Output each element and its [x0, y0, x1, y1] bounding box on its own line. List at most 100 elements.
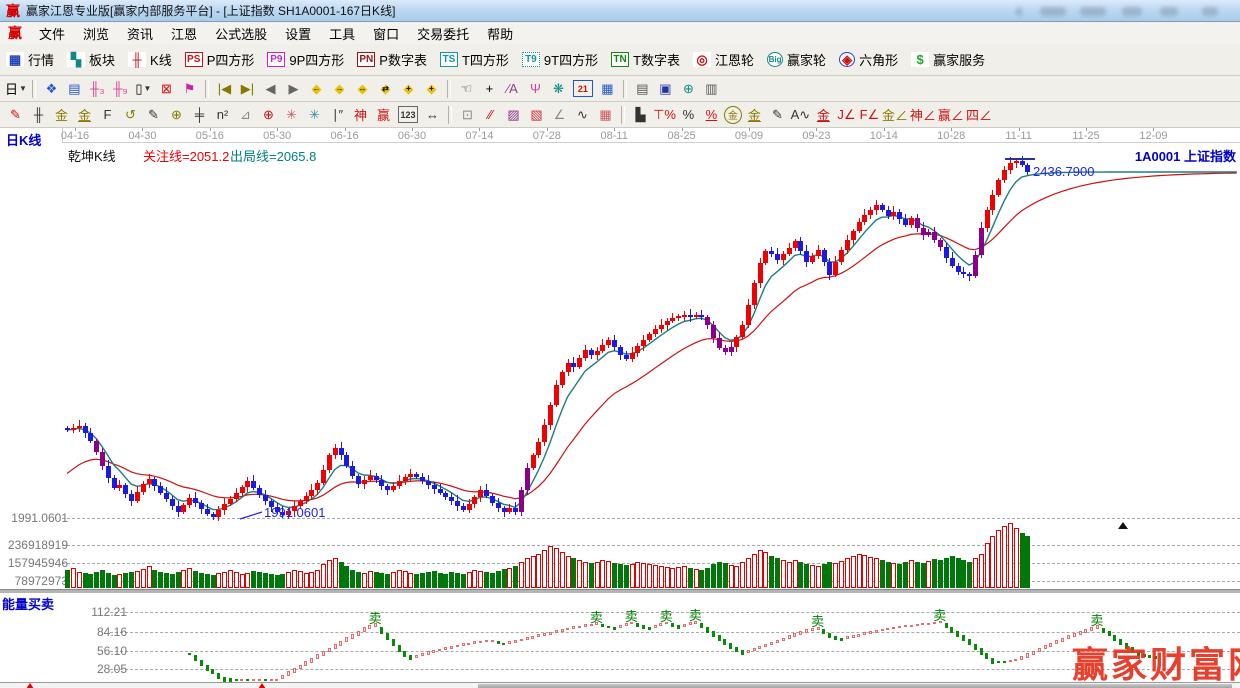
menu-item-江恩[interactable]: 江恩: [162, 24, 206, 43]
scrollbar-thumb[interactable]: [478, 684, 1232, 688]
menu-item-资讯[interactable]: 资讯: [118, 24, 162, 43]
h-measure-icon[interactable]: ↔: [422, 105, 443, 125]
calendar-icon[interactable]: 21: [573, 80, 593, 97]
gann-circle-icon[interactable]: ⊕: [166, 105, 187, 125]
diamond-expand-icon[interactable]: ◆↔: [352, 79, 373, 99]
horizontal-scrollbar[interactable]: [0, 682, 1240, 688]
gold-lines-icon[interactable]: 金: [744, 105, 765, 125]
ying-angle-icon[interactable]: 赢∠: [938, 105, 964, 125]
measure-pencil-icon[interactable]: ✎: [143, 105, 164, 125]
p-square-button[interactable]: PSP四方形: [185, 50, 255, 69]
diamond-full-icon[interactable]: ◆+: [421, 79, 442, 99]
drag-hand-icon[interactable]: ☜: [456, 79, 477, 99]
diamond-left-icon[interactable]: ◆←: [306, 79, 327, 99]
formula-manager-icon[interactable]: ⊠: [156, 79, 177, 99]
gann-wheel-button[interactable]: ◎江恩轮: [693, 50, 754, 69]
menu-item-公式选股[interactable]: 公式选股: [206, 24, 276, 43]
hist-tool-icon[interactable]: ▙: [630, 105, 651, 125]
speed-fan-icon[interactable]: ∕∕: [480, 105, 501, 125]
time-ruler-icon[interactable]: ╪: [189, 105, 210, 125]
percent-icon[interactable]: %: [678, 105, 699, 125]
notes-icon[interactable]: ▤: [632, 79, 653, 99]
p-number-table-button[interactable]: PNP数字表: [357, 50, 427, 69]
gold-angle-icon[interactable]: 金∠: [882, 105, 908, 125]
candle: [245, 481, 250, 487]
mirror-angle-icon[interactable]: ⊿: [235, 105, 256, 125]
ruler-123-icon[interactable]: 123: [398, 106, 418, 123]
grid-dense-icon[interactable]: ▦: [595, 105, 616, 125]
spiral-icon[interactable]: ↺: [120, 105, 141, 125]
zigzag-icon[interactable]: ∿: [572, 105, 593, 125]
percent-under-icon[interactable]: %: [701, 105, 722, 125]
ying-tool-icon[interactable]: 赢: [373, 105, 394, 125]
magnet-tool-icon[interactable]: Ψ: [525, 79, 546, 99]
print-icon[interactable]: ▥: [701, 79, 722, 99]
trend-angle-icon[interactable]: ∠: [549, 105, 570, 125]
line-annotate-icon[interactable]: ∕A: [502, 79, 523, 99]
hexagon-button[interactable]: ◈六角形: [839, 50, 898, 69]
gann-grid-icon[interactable]: ╫: [28, 105, 49, 125]
network-icon[interactable]: ⊕: [678, 79, 699, 99]
chip-distribution-icon[interactable]: ❖: [41, 79, 62, 99]
t-number-table-button[interactable]: TNT数字表: [611, 50, 680, 69]
gold-under-icon[interactable]: 金: [813, 105, 834, 125]
menu-item-交易委托[interactable]: 交易委托: [408, 24, 478, 43]
gann-web-icon[interactable]: ✳: [281, 105, 302, 125]
diamond-fit-icon[interactable]: ◆+: [398, 79, 419, 99]
n-square-icon[interactable]: n²: [212, 105, 233, 125]
diamond-compress-icon[interactable]: ◆⇄: [375, 79, 396, 99]
pane-divider[interactable]: [0, 589, 1240, 593]
fan-box-icon[interactable]: ▨: [503, 105, 524, 125]
p9-square-button[interactable]: P99P四方形: [267, 50, 344, 69]
t-square-button[interactable]: TST四方形: [440, 50, 509, 69]
sector-blocks-button[interactable]: ▚板块: [67, 50, 115, 69]
kline-button[interactable]: ╫K线: [128, 50, 172, 69]
step-prev-icon[interactable]: ◀: [260, 79, 281, 99]
shen-angle-icon[interactable]: 神∠: [910, 105, 936, 125]
target-icon[interactable]: ⊕: [258, 105, 279, 125]
gold-circle-icon[interactable]: 金: [724, 106, 742, 124]
draw-pencil-icon[interactable]: ✎: [5, 105, 26, 125]
rect-select-icon[interactable]: ⊡: [457, 105, 478, 125]
f-angle-icon[interactable]: F∠: [859, 105, 880, 125]
shen-tool-icon[interactable]: 神: [350, 105, 371, 125]
jump-last-icon[interactable]: ▶|: [237, 79, 258, 99]
si-angle-icon[interactable]: 四∠: [966, 105, 992, 125]
shade-box-icon[interactable]: ▧: [526, 105, 547, 125]
crosshair-icon[interactable]: +: [479, 79, 500, 99]
menu-item-文件[interactable]: 文件: [30, 24, 74, 43]
fibo-ruler-icon[interactable]: F: [97, 105, 118, 125]
step-next-icon[interactable]: ▶: [283, 79, 304, 99]
f10-info-icon[interactable]: ▤: [64, 79, 85, 99]
gold-section-icon[interactable]: 金: [51, 105, 72, 125]
title-bar[interactable]: 赢 赢家江恩专业版[赢家内部服务平台] - [上证指数 SH1A0001-167…: [0, 0, 1240, 22]
pencil-bars-icon[interactable]: ✎: [767, 105, 788, 125]
t9-square-button[interactable]: T99T四方形: [522, 50, 598, 69]
wave-a-icon[interactable]: A∿: [790, 105, 811, 125]
candle-style-dropdown[interactable]: ▯▼: [133, 79, 154, 99]
bar-prime-icon[interactable]: ∣″: [327, 105, 348, 125]
period-label[interactable]: 日K线: [6, 130, 41, 149]
market-quotes-button[interactable]: ▦行情: [6, 50, 54, 69]
menu-item-浏览[interactable]: 浏览: [74, 24, 118, 43]
jump-first-icon[interactable]: |◀: [214, 79, 235, 99]
flower-tool-icon[interactable]: ❋: [548, 79, 569, 99]
j-angle-icon[interactable]: J∠: [836, 105, 857, 125]
nine-bars-icon[interactable]: ╫₉: [110, 79, 131, 99]
gann-web2-icon[interactable]: ✳: [304, 105, 325, 125]
calculator-icon[interactable]: ▦: [597, 79, 618, 99]
gold-section2-icon[interactable]: 金: [74, 105, 95, 125]
menu-item-工具[interactable]: 工具: [320, 24, 364, 43]
winner-wheel-button[interactable]: Big赢家轮: [767, 50, 826, 69]
menu-item-窗口[interactable]: 窗口: [364, 24, 408, 43]
save-icon[interactable]: ▣: [655, 79, 676, 99]
winner-service-button[interactable]: $赢家服务: [911, 50, 985, 69]
three-bars-icon[interactable]: ╫₃: [87, 79, 108, 99]
diamond-right-icon[interactable]: ◆→: [329, 79, 350, 99]
menu-item-设置[interactable]: 设置: [276, 24, 320, 43]
menu-item-帮助[interactable]: 帮助: [478, 24, 522, 43]
chart-area[interactable]: 日K线 04-1604-3005-1605-3006-1606-3007-140…: [0, 128, 1240, 682]
color-kline-icon[interactable]: ⚑: [179, 79, 200, 99]
period-day-dropdown[interactable]: 日▼: [5, 79, 27, 99]
percent-top-icon[interactable]: ⊤%: [653, 105, 676, 125]
